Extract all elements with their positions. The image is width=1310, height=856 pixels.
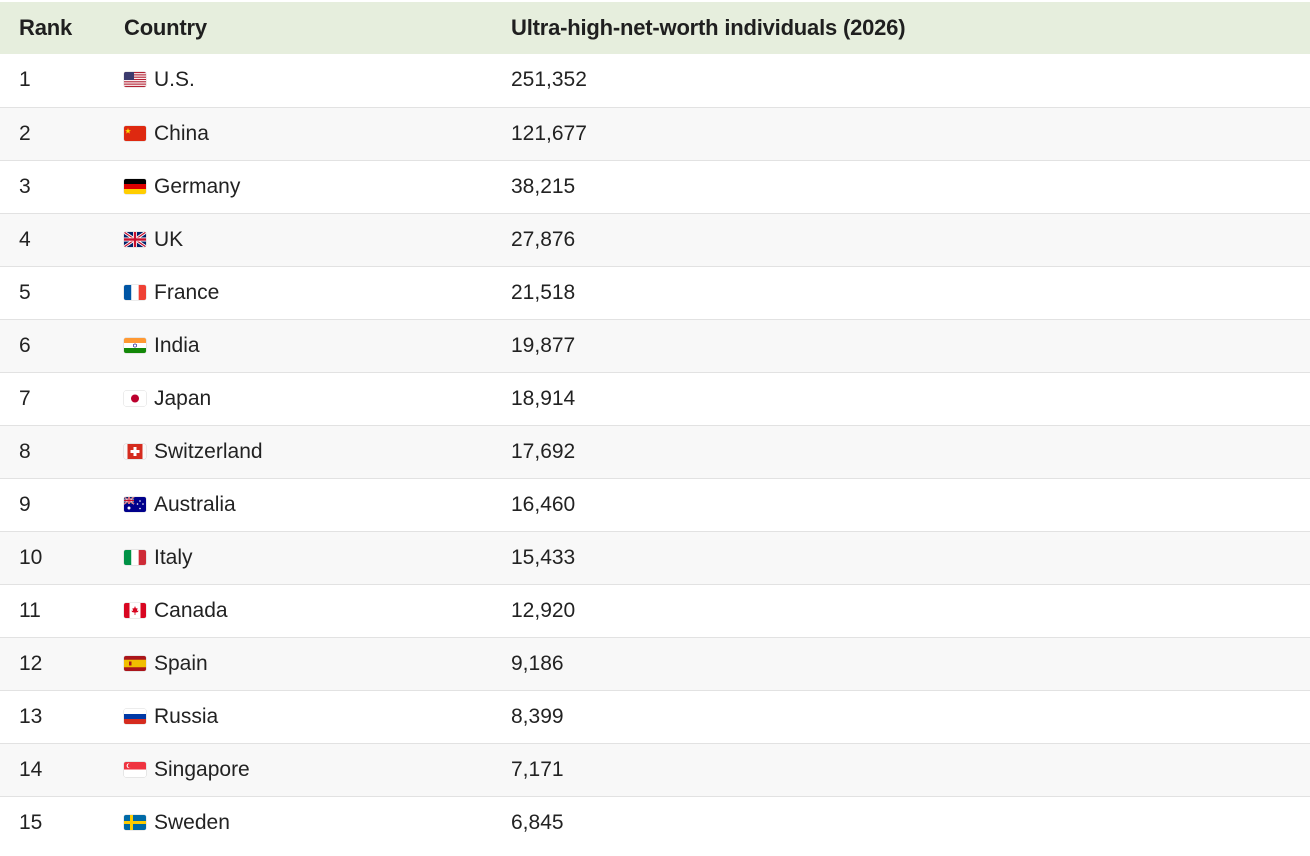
table-row: 15 Sweden 6,845 bbox=[0, 796, 1310, 849]
country-cell: Australia bbox=[105, 478, 493, 531]
rank-cell: 11 bbox=[19, 598, 41, 622]
table-header-row: Rank Country Ultra-high-net-worth indivi… bbox=[0, 2, 1310, 54]
rank-cell: 15 bbox=[19, 810, 43, 834]
australia-flag-icon bbox=[124, 496, 146, 512]
country-name: Sweden bbox=[154, 810, 230, 834]
singapore-flag-icon bbox=[124, 761, 146, 777]
country-name: UK bbox=[154, 227, 184, 251]
table-row: 9 Australia 16,460 bbox=[0, 478, 1310, 531]
table-row: 10 Italy 15,433 bbox=[0, 531, 1310, 584]
rank-cell: 4 bbox=[19, 227, 31, 251]
country-cell: U.S. bbox=[105, 54, 493, 107]
uhnwi-value-cell: 27,876 bbox=[511, 227, 576, 251]
country-cell: China bbox=[105, 107, 493, 160]
rank-cell: 12 bbox=[19, 651, 43, 675]
rank-cell: 2 bbox=[19, 121, 31, 145]
table-row: 1 U.S. 251,352 bbox=[0, 54, 1310, 107]
china-flag-icon bbox=[124, 125, 146, 141]
country-name: China bbox=[154, 121, 209, 145]
uhnwi-value-cell: 19,877 bbox=[511, 333, 576, 357]
country-name: France bbox=[154, 280, 220, 304]
country-cell: Russia bbox=[105, 690, 493, 743]
country-cell: Singapore bbox=[105, 743, 493, 796]
spain-flag-icon bbox=[124, 655, 146, 671]
country-cell: Germany bbox=[105, 160, 493, 213]
uhnwi-value-cell: 251,352 bbox=[511, 68, 587, 92]
table-row: 7 Japan 18,914 bbox=[0, 372, 1310, 425]
country-name: Singapore bbox=[154, 757, 250, 781]
india-flag-icon bbox=[124, 337, 146, 353]
country-cell: Italy bbox=[105, 531, 493, 584]
uhnwi-value-cell: 8,399 bbox=[511, 704, 564, 728]
table-row: 8 Switzerland 17,692 bbox=[0, 425, 1310, 478]
table-row: 3 Germany 38,215 bbox=[0, 160, 1310, 213]
table-row: 5 France 21,518 bbox=[0, 266, 1310, 319]
rank-cell: 1 bbox=[19, 68, 31, 92]
rank-cell: 9 bbox=[19, 492, 31, 516]
canada-flag-icon bbox=[124, 602, 146, 618]
table-row: 12 Spain 9,186 bbox=[0, 637, 1310, 690]
table-body: 1 U.S. 251,352 2 China 121,677 3 Germany 38,215 4… bbox=[0, 54, 1310, 849]
rank-cell: 7 bbox=[19, 386, 31, 410]
uhnwi-value-cell: 17,692 bbox=[511, 439, 576, 463]
column-header-country[interactable]: Country bbox=[105, 2, 493, 54]
rank-cell: 5 bbox=[19, 280, 31, 304]
country-name: U.S. bbox=[154, 68, 195, 92]
uhnwi-value-cell: 9,186 bbox=[511, 651, 564, 675]
table-row: 13 Russia 8,399 bbox=[0, 690, 1310, 743]
country-cell: Japan bbox=[105, 372, 493, 425]
table-row: 2 China 121,677 bbox=[0, 107, 1310, 160]
uhnwi-value-cell: 38,215 bbox=[511, 174, 576, 198]
column-header-rank[interactable]: Rank bbox=[0, 2, 105, 54]
germany-flag-icon bbox=[124, 178, 146, 194]
switzerland-flag-icon bbox=[124, 443, 146, 459]
country-name: Australia bbox=[154, 492, 236, 516]
country-cell: India bbox=[105, 319, 493, 372]
uhnwi-value-cell: 6,845 bbox=[511, 810, 564, 834]
country-name: Spain bbox=[154, 651, 208, 675]
rank-cell: 8 bbox=[19, 439, 31, 463]
uhnwi-value-cell: 12,920 bbox=[511, 598, 576, 622]
country-name: Russia bbox=[154, 704, 219, 728]
uk-flag-icon bbox=[124, 231, 146, 247]
uhnwi-value-cell: 16,460 bbox=[511, 492, 576, 516]
country-cell: France bbox=[105, 266, 493, 319]
uhnwi-value-cell: 15,433 bbox=[511, 545, 576, 569]
country-name: Canada bbox=[154, 598, 228, 622]
uhnwi-ranking-table: Rank Country Ultra-high-net-worth indivi… bbox=[0, 2, 1310, 849]
country-name: India bbox=[154, 333, 200, 357]
rank-cell: 10 bbox=[19, 545, 43, 569]
country-name: Germany bbox=[154, 174, 241, 198]
uhnwi-value-cell: 21,518 bbox=[511, 280, 576, 304]
russia-flag-icon bbox=[124, 708, 146, 724]
rank-cell: 3 bbox=[19, 174, 31, 198]
rank-cell: 13 bbox=[19, 704, 43, 728]
table-row: 4 UK 27,876 bbox=[0, 213, 1310, 266]
country-cell: Canada bbox=[105, 584, 493, 637]
us-flag-icon bbox=[124, 72, 146, 88]
column-header-uhnwi[interactable]: Ultra-high-net-worth individuals (2026) bbox=[493, 2, 1310, 54]
ranking-table-container: Rank Country Ultra-high-net-worth indivi… bbox=[0, 2, 1310, 849]
rank-cell: 6 bbox=[19, 333, 31, 357]
italy-flag-icon bbox=[124, 549, 146, 565]
rank-cell: 14 bbox=[19, 757, 43, 781]
country-cell: Spain bbox=[105, 637, 493, 690]
table-row: 11 Canada 12,920 bbox=[0, 584, 1310, 637]
country-name: Italy bbox=[154, 545, 193, 569]
uhnwi-value-cell: 18,914 bbox=[511, 386, 576, 410]
country-name: Japan bbox=[154, 386, 212, 410]
uhnwi-value-cell: 7,171 bbox=[511, 757, 564, 781]
country-cell: Switzerland bbox=[105, 425, 493, 478]
country-cell: Sweden bbox=[105, 796, 493, 849]
country-cell: UK bbox=[105, 213, 493, 266]
table-row: 14 Singapore 7,171 bbox=[0, 743, 1310, 796]
uhnwi-value-cell: 121,677 bbox=[511, 121, 587, 145]
table-header: Rank Country Ultra-high-net-worth indivi… bbox=[0, 2, 1310, 54]
japan-flag-icon bbox=[124, 390, 146, 406]
sweden-flag-icon bbox=[124, 814, 146, 830]
table-row: 6 India 19,877 bbox=[0, 319, 1310, 372]
country-name: Switzerland bbox=[154, 439, 263, 463]
france-flag-icon bbox=[124, 284, 146, 300]
